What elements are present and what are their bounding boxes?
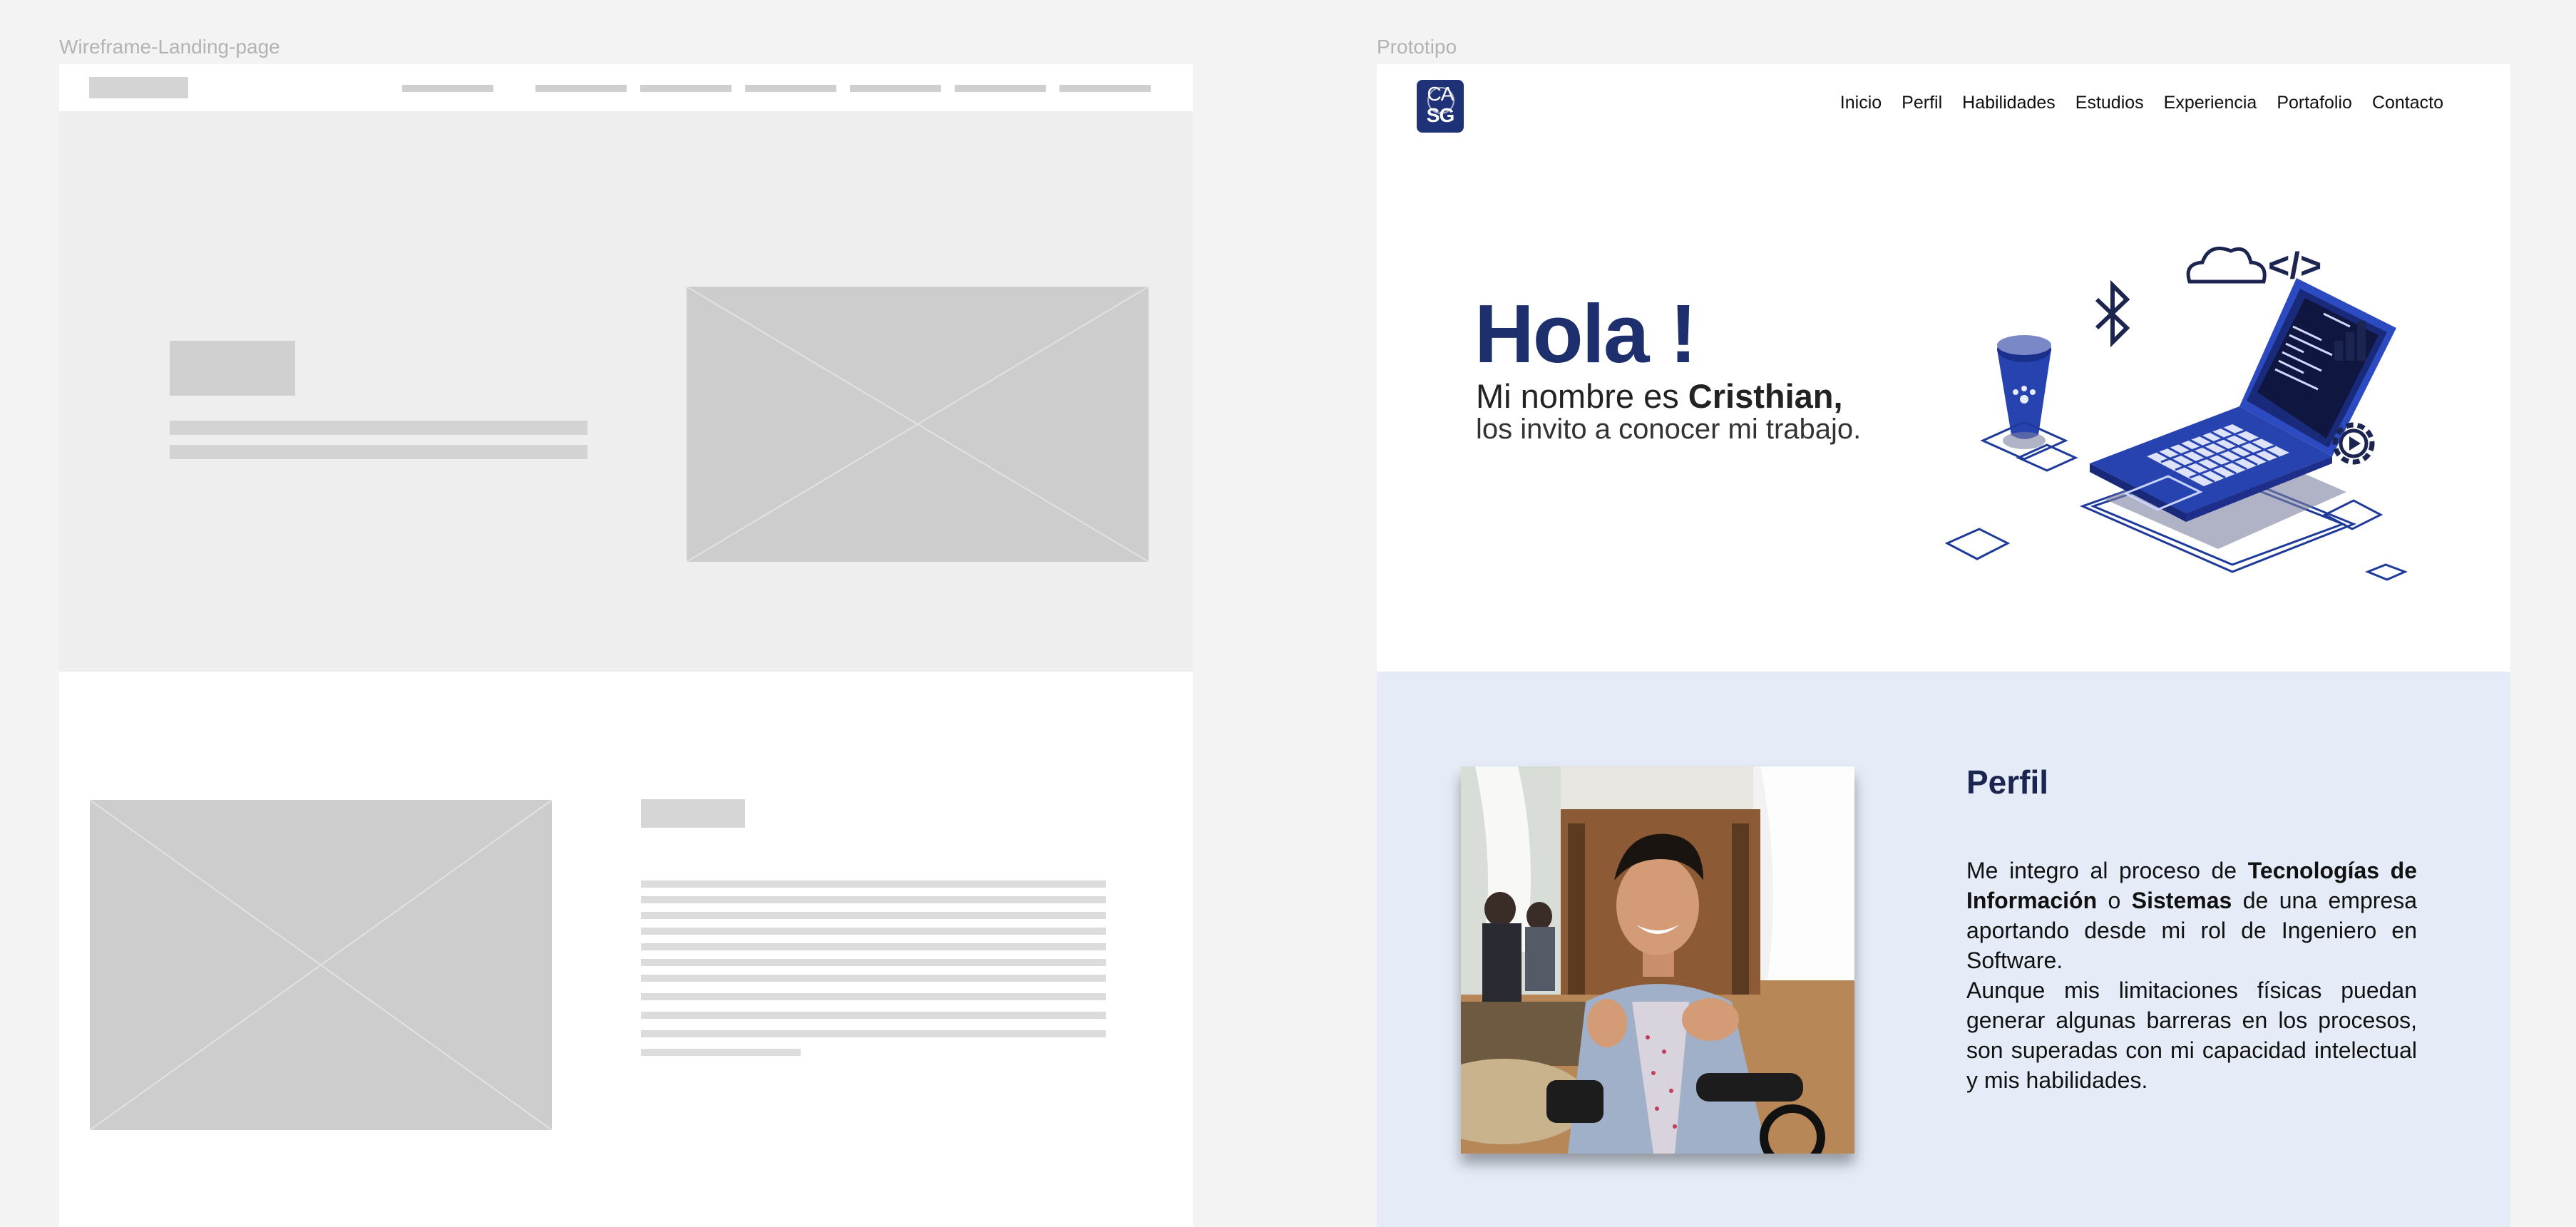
wireframe-image-placeholder (90, 800, 552, 1130)
nav-link-portafolio[interactable]: Portafolio (2277, 93, 2352, 113)
profile-description: Me integro al proceso de Tecnologías de … (1966, 856, 2417, 1095)
wireframe-text-placeholder (641, 959, 1106, 966)
wireframe-text-placeholder (641, 896, 1106, 903)
hero-illustration: </> (1933, 164, 2446, 652)
nav-link-estudios[interactable]: Estudios (2075, 93, 2144, 113)
hero-name-prefix: Mi nombre es (1476, 377, 1688, 415)
hero-invite: los invito a conocer mi trabajo. (1476, 414, 1862, 445)
wireframe-text-placeholder (641, 928, 1106, 935)
wireframe-nav-placeholder (850, 85, 941, 92)
code-icon: </> (2268, 245, 2321, 287)
hero-name-line: Mi nombre es Cristhian, (1476, 376, 1843, 416)
wireframe-text-placeholder (641, 881, 1106, 888)
bluetooth-icon (2095, 279, 2130, 348)
site-logo[interactable]: CA SG (1417, 80, 1464, 133)
nav-link-contacto[interactable]: Contacto (2372, 93, 2443, 113)
cloud-icon (2186, 247, 2267, 284)
profile-text: o (2097, 888, 2132, 913)
gear-icon (2332, 422, 2375, 465)
wireframe-nav-placeholder (535, 85, 627, 92)
hero-greeting: Hola ! (1474, 287, 1697, 380)
wireframe-navbar (59, 64, 1193, 111)
wireframe-text-placeholder (170, 421, 587, 435)
wireframe-frame-label: Wireframe-Landing-page (59, 36, 280, 58)
nav-link-experiencia[interactable]: Experiencia (2164, 93, 2257, 113)
main-nav: Inicio Perfil Habilidades Estudios Exper… (1840, 93, 2443, 113)
wireframe-nav-placeholder (402, 85, 493, 92)
prototype-frame[interactable]: CA SG Inicio Perfil Habilidades Estudios… (1377, 64, 2510, 1227)
wireframe-nav-placeholder (1059, 85, 1151, 92)
logo-text-top: CA (1427, 83, 1454, 105)
wireframe-frame[interactable] (59, 64, 1193, 1227)
logo-text-bottom: SG (1426, 104, 1454, 126)
prototype-frame-label: Prototipo (1377, 36, 1457, 58)
wireframe-text-placeholder (641, 975, 1106, 982)
profile-text: Me integro al proceso de (1966, 858, 2248, 883)
profile-photo (1461, 766, 1854, 1154)
wireframe-hero-section (59, 111, 1193, 672)
nav-link-perfil[interactable]: Perfil (1902, 93, 1942, 113)
profile-text: Aunque mis limitaciones físicas puedan g… (1966, 977, 2417, 1093)
wireframe-text-placeholder (641, 912, 1106, 919)
profile-title: Perfil (1966, 764, 2049, 801)
profile-text-emphasis: Sistemas (2131, 888, 2232, 913)
wireframe-text-placeholder (641, 1030, 1106, 1037)
wireframe-text-placeholder (641, 943, 1106, 950)
wireframe-logo-placeholder (89, 77, 188, 98)
wireframe-nav-placeholder (640, 85, 732, 92)
wireframe-text-placeholder (641, 993, 1106, 1000)
nav-link-inicio[interactable]: Inicio (1840, 93, 1882, 113)
wireframe-nav-placeholder (955, 85, 1046, 92)
profile-section: Perfil Me integro al proceso de Tecnolog… (1377, 672, 2510, 1227)
wireframe-text-placeholder (641, 1012, 1106, 1019)
wireframe-heading-placeholder (170, 341, 295, 396)
hero-name: Cristhian, (1688, 377, 1843, 415)
wireframe-text-placeholder (170, 445, 587, 459)
wireframe-nav-placeholder (745, 85, 836, 92)
wireframe-image-placeholder (687, 287, 1149, 562)
wireframe-text-placeholder (641, 1049, 801, 1056)
wireframe-heading-placeholder (641, 799, 745, 828)
nav-link-habilidades[interactable]: Habilidades (1962, 93, 2056, 113)
